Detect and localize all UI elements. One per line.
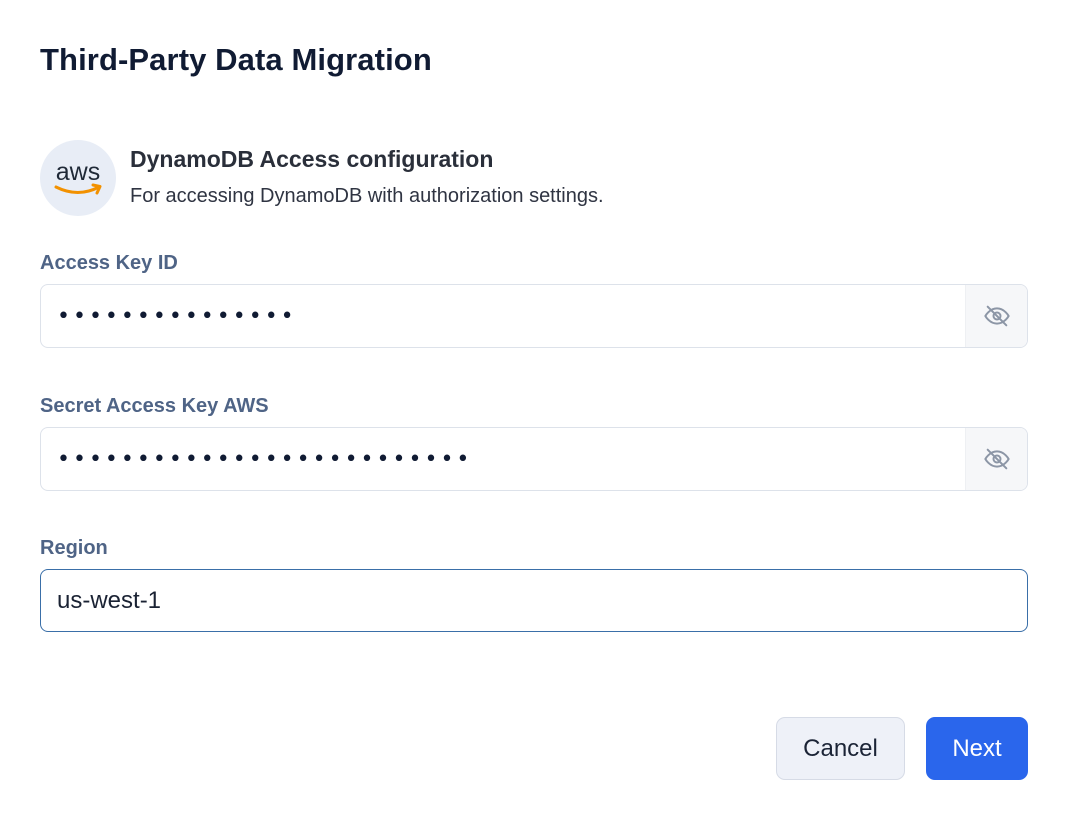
secret-key-input[interactable]: ••••••••••••••••••••••••••: [41, 428, 965, 490]
eye-off-icon: [983, 448, 1010, 470]
access-key-label: Access Key ID: [40, 252, 178, 274]
secret-key-label: Secret Access Key AWS: [40, 395, 269, 417]
access-key-field[interactable]: •••••••••••••••: [40, 284, 1028, 348]
aws-logo-icon: aws: [54, 158, 102, 195]
provider-header: aws DynamoDB Access configuration For ac…: [40, 140, 604, 216]
aws-logo-text: aws: [56, 158, 100, 186]
toggle-access-key-visibility-button[interactable]: [965, 285, 1027, 347]
region-field[interactable]: [40, 569, 1028, 632]
migration-dialog: Third-Party Data Migration aws DynamoDB …: [0, 0, 1072, 820]
access-key-input[interactable]: •••••••••••••••: [41, 285, 965, 347]
next-button[interactable]: Next: [926, 717, 1028, 780]
cancel-button[interactable]: Cancel: [776, 717, 905, 780]
region-label: Region: [40, 537, 108, 559]
toggle-secret-key-visibility-button[interactable]: [965, 428, 1027, 490]
aws-logo: aws: [40, 140, 116, 216]
eye-off-icon: [983, 305, 1010, 327]
secret-key-field[interactable]: ••••••••••••••••••••••••••: [40, 427, 1028, 491]
region-input[interactable]: [41, 570, 1027, 631]
provider-title: DynamoDB Access configuration: [130, 146, 494, 172]
provider-description: For accessing DynamoDB with authorizatio…: [130, 185, 604, 207]
dialog-title: Third-Party Data Migration: [40, 42, 432, 77]
